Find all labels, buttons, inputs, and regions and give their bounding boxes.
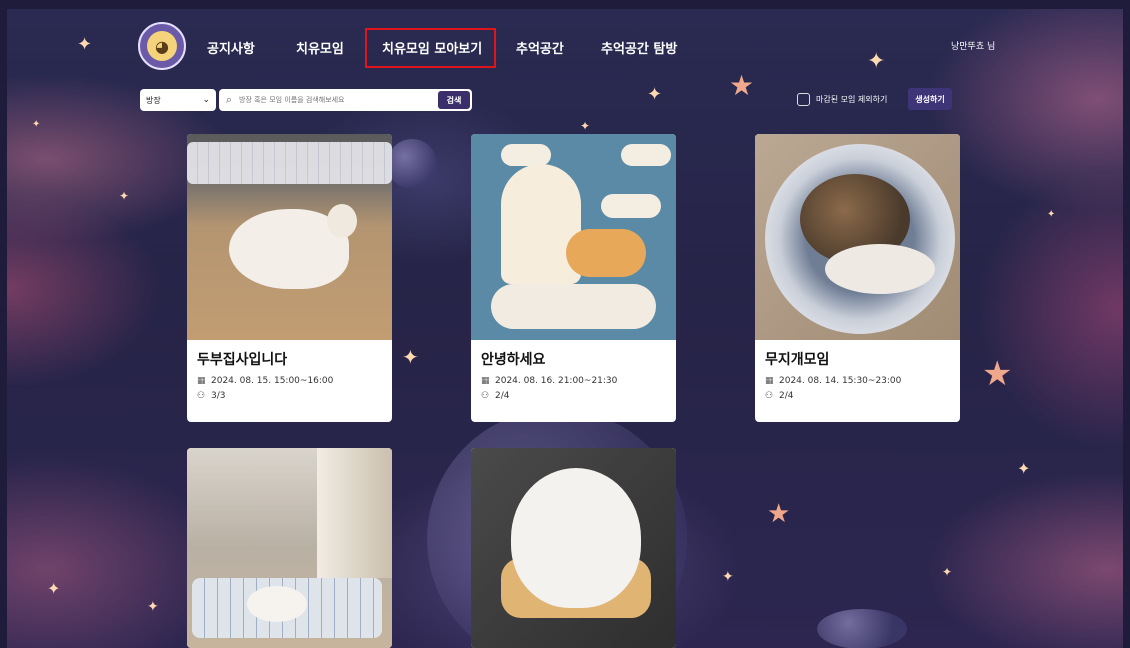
meeting-datetime: 2024. 08. 16. 21:00~21:30 — [495, 376, 618, 386]
planet-icon — [817, 609, 907, 648]
star-icon: ✦ — [942, 565, 953, 579]
meeting-card[interactable] — [471, 448, 676, 648]
star-icon: ✦ — [32, 119, 41, 130]
planet-icon — [387, 139, 437, 189]
meeting-members: 3/3 — [211, 391, 226, 401]
create-button[interactable]: 생성하기 — [908, 88, 952, 110]
star-icon: ✦ — [77, 34, 93, 55]
members-icon: ⚇ — [481, 391, 490, 401]
star-icon: ✦ — [1047, 209, 1056, 220]
meeting-card[interactable] — [187, 448, 392, 648]
calendar-icon: ▦ — [765, 376, 774, 386]
meeting-card[interactable]: 두부집사입니다 ▦ 2024. 08. 15. 15:00~16:00 ⚇ 3/3 — [187, 134, 392, 422]
star-icon: ✦ — [119, 189, 130, 203]
star-icon: ✦ — [402, 345, 419, 369]
dog-face-icon: ◕ — [147, 31, 177, 61]
meeting-datetime: 2024. 08. 14. 15:30~23:00 — [779, 376, 902, 386]
calendar-icon: ▦ — [197, 376, 206, 386]
search-type-value: 방장 — [146, 95, 161, 105]
star-icon: ✦ — [722, 569, 734, 585]
exclude-closed-label: 마감된 모임 제외하기 — [816, 95, 888, 104]
star-icon: ★ — [982, 354, 1013, 394]
user-greeting[interactable]: 낭만뚜쵸 님 — [951, 39, 995, 52]
exclude-closed-filter[interactable]: 마감된 모임 제외하기 — [797, 93, 887, 106]
nav-memory-space[interactable]: 추억공간 — [516, 38, 564, 57]
search-input[interactable] — [239, 96, 438, 104]
star-icon: ✦ — [647, 84, 663, 105]
star-icon: ✦ — [147, 599, 159, 615]
meeting-title: 무지개모임 — [765, 352, 830, 368]
star-icon: ✦ — [47, 579, 61, 598]
star-icon: ✦ — [580, 119, 591, 133]
exclude-closed-checkbox[interactable] — [797, 93, 810, 106]
meeting-datetime: 2024. 08. 15. 15:00~16:00 — [211, 376, 334, 386]
meeting-card[interactable]: 무지개모임 ▦ 2024. 08. 14. 15:30~23:00 ⚇ 2/4 — [755, 134, 960, 422]
meeting-image — [755, 134, 960, 340]
nav-notice[interactable]: 공지사항 — [207, 38, 255, 57]
meeting-image — [187, 134, 392, 340]
search-icon: ⌕ — [225, 93, 233, 106]
meeting-members: 2/4 — [779, 391, 794, 401]
nav-memory-space-explore[interactable]: 추억공간 탐방 — [601, 38, 677, 57]
star-icon: ✦ — [1017, 459, 1031, 478]
search-bar: ⌕ 검색 — [219, 89, 472, 111]
members-icon: ⚇ — [765, 391, 774, 401]
meeting-card[interactable]: 안녕하세요 ▦ 2024. 08. 16. 21:00~21:30 ⚇ 2/4 — [471, 134, 676, 422]
calendar-icon: ▦ — [481, 376, 490, 386]
nav-healing-meeting[interactable]: 치유모임 — [296, 38, 344, 57]
meeting-image — [187, 448, 392, 648]
chevron-down-icon: ⌄ — [202, 95, 210, 105]
members-icon: ⚇ — [197, 391, 206, 401]
search-button[interactable]: 검색 — [438, 91, 470, 109]
meeting-image — [471, 134, 676, 340]
search-type-select[interactable]: 방장 ⌄ — [140, 89, 216, 111]
logo[interactable]: ◕ — [138, 22, 186, 70]
star-icon: ★ — [729, 69, 755, 102]
star-icon: ★ — [767, 499, 791, 529]
meeting-title: 두부집사입니다 — [197, 352, 288, 368]
star-icon: ✦ — [867, 49, 886, 74]
meeting-members: 2/4 — [495, 391, 510, 401]
nav-active-highlight — [365, 28, 496, 68]
meeting-title: 안녕하세요 — [481, 352, 546, 368]
meeting-image — [471, 448, 676, 648]
